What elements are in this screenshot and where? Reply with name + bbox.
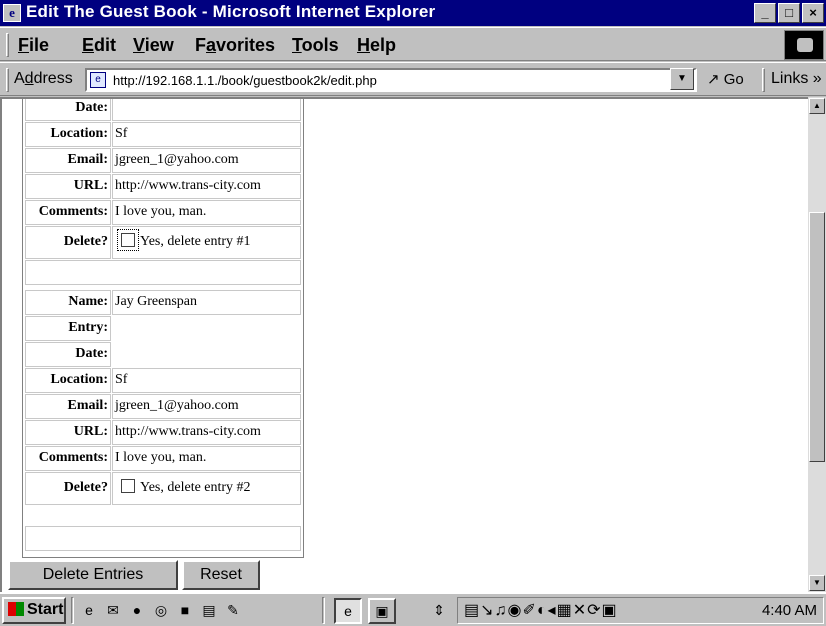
email-label: Email:: [25, 394, 111, 419]
comments-value: I love you, man.: [112, 200, 301, 225]
scroll-down-button[interactable]: ▼: [809, 575, 825, 591]
taskbar-separator: [322, 597, 325, 624]
app-task-button[interactable]: ▣: [368, 598, 396, 624]
spacer-cell: [25, 260, 301, 285]
minimize-button[interactable]: _: [754, 3, 776, 23]
date-value: [112, 342, 301, 367]
address-input[interactable]: e http://192.168.1.1./book/guestbook2k/e…: [85, 68, 697, 92]
links-button[interactable]: Links »: [771, 70, 822, 88]
email-label: Email:: [25, 148, 111, 173]
folder-quicklaunch-icon[interactable]: ▤: [200, 601, 218, 619]
location-label: Location:: [25, 368, 111, 393]
go-arrow-icon: ↗: [707, 71, 720, 88]
name-label: Name:: [25, 290, 111, 315]
url-value: http://www.trans-city.com: [112, 174, 301, 199]
delete-entries-button[interactable]: Delete Entries: [8, 560, 178, 590]
comments-label: Comments:: [25, 446, 111, 471]
entry-label: Entry:: [25, 316, 111, 341]
channels-quicklaunch-icon[interactable]: ●: [128, 601, 146, 619]
desktop-quicklaunch-icon[interactable]: ■: [176, 601, 194, 619]
go-button[interactable]: ↗ Go: [707, 70, 744, 88]
reset-button[interactable]: Reset: [182, 560, 260, 590]
clock[interactable]: 4:40 AM: [762, 602, 817, 619]
delete-label: Delete?: [25, 472, 111, 505]
menu-file[interactable]: File: [18, 35, 49, 56]
ie-quicklaunch-icon[interactable]: e: [80, 601, 98, 619]
window-title: Edit The Guest Book - Microsoft Internet…: [26, 2, 436, 21]
guestbook-edit-form: Date: Location: Sf Email: jgreen_1@yahoo…: [22, 99, 304, 558]
ie-logo-throbber: [784, 30, 824, 60]
delete-entry-2-text: Yes, delete entry #2: [140, 480, 251, 495]
scroll-up-button[interactable]: ▲: [809, 98, 825, 114]
start-button[interactable]: Start: [2, 597, 66, 624]
close-button[interactable]: ×: [802, 3, 824, 23]
taskbar-separator: [71, 597, 74, 624]
delete-entry-2-option[interactable]: Yes, delete entry #2: [112, 472, 301, 505]
maximize-button[interactable]: □: [778, 3, 800, 23]
toolbar-grip[interactable]: [762, 68, 765, 92]
entry-value: [112, 316, 301, 341]
window-controls: _ □ ×: [754, 3, 824, 23]
url-label: URL:: [25, 420, 111, 445]
resize-handle-icon[interactable]: ⇕: [430, 601, 448, 619]
spacer-cell: [25, 526, 301, 551]
delete-entry-1-checkbox[interactable]: [117, 229, 139, 251]
email-value: jgreen_1@yahoo.com: [112, 148, 301, 173]
url-label: URL:: [25, 174, 111, 199]
menu-edit[interactable]: Edit: [82, 35, 116, 56]
page-content: Date: Location: Sf Email: jgreen_1@yahoo…: [0, 97, 808, 592]
menu-help[interactable]: Help: [357, 35, 396, 56]
notepad-quicklaunch-icon[interactable]: ✎: [224, 601, 242, 619]
location-label: Location:: [25, 122, 111, 147]
title-bar[interactable]: e Edit The Guest Book - Microsoft Intern…: [0, 0, 826, 26]
page-icon: e: [90, 72, 106, 88]
location-value: Sf: [112, 368, 301, 393]
toolbar-grip[interactable]: [6, 33, 9, 57]
comments-value: I love you, man.: [112, 446, 301, 471]
date-label: Date:: [25, 342, 111, 367]
location-value: Sf: [112, 122, 301, 147]
delete-entry-1-option[interactable]: Yes, delete entry #1: [112, 226, 301, 259]
menu-tools[interactable]: Tools: [292, 35, 339, 56]
windows-logo-icon: [8, 602, 24, 616]
menu-view[interactable]: View: [133, 35, 174, 56]
system-tray: ▤↘♫◉✐◐◂▦✕⟳▣ 4:40 AM: [457, 597, 824, 624]
name-value: Jay Greenspan: [112, 290, 301, 315]
menu-favorites[interactable]: Favorites: [195, 35, 275, 56]
vertical-scrollbar[interactable]: ▲ ▼: [808, 97, 826, 592]
address-bar: Address e http://192.168.1.1./book/guest…: [0, 62, 826, 96]
toolbar-grip[interactable]: [6, 68, 9, 92]
ie-icon: e: [3, 4, 21, 22]
address-label: Address: [14, 70, 73, 87]
menu-bar: File Edit View Favorites Tools Help: [0, 27, 826, 61]
email-value: jgreen_1@yahoo.com: [112, 394, 301, 419]
address-dropdown-button[interactable]: ▼: [670, 68, 694, 90]
taskbar: Start e ✉ ● ◎ ■ ▤ ✎ e ▣ ⇕ ▤↘♫◉✐◐◂▦✕⟳▣ 4:…: [0, 592, 826, 626]
url-value: http://www.trans-city.com: [112, 420, 301, 445]
delete-entry-2-checkbox[interactable]: [121, 479, 135, 493]
ie-task-button[interactable]: e: [334, 598, 362, 624]
outlook-quicklaunch-icon[interactable]: ✉: [104, 601, 122, 619]
date-value: [112, 99, 301, 121]
comments-label: Comments:: [25, 200, 111, 225]
tray-icons[interactable]: ▤↘♫◉✐◐◂▦✕⟳▣: [464, 600, 618, 620]
explorer-quicklaunch-icon[interactable]: ◎: [152, 601, 170, 619]
address-url[interactable]: http://192.168.1.1./book/guestbook2k/edi…: [113, 73, 377, 88]
scroll-thumb[interactable]: [809, 212, 825, 462]
date-label: Date:: [25, 99, 111, 121]
delete-label: Delete?: [25, 226, 111, 259]
delete-entry-1-text: Yes, delete entry #1: [140, 234, 251, 249]
